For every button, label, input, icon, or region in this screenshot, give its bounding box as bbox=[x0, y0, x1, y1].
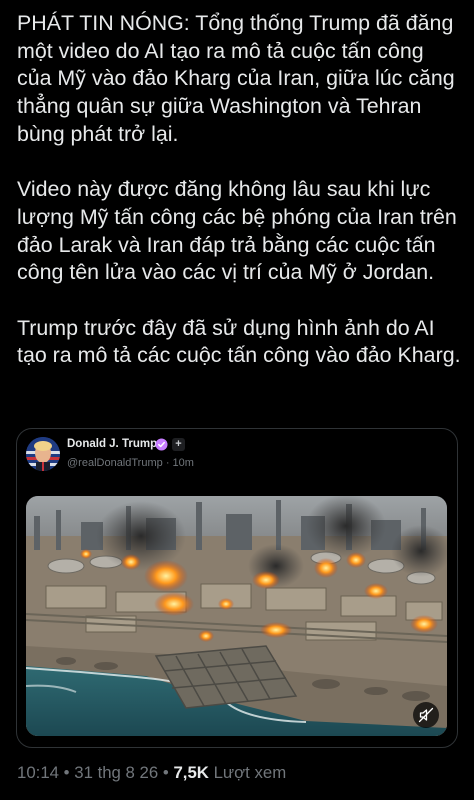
post-text: PHÁT TIN NÓNG: Tổng thống Trump đã đăng … bbox=[17, 10, 462, 370]
mute-button[interactable] bbox=[413, 702, 439, 728]
post-paragraph: Video này được đăng không lâu sau khi lự… bbox=[17, 177, 457, 285]
post-paragraph: PHÁT TIN NÓNG: Tổng thống Trump đã đăng … bbox=[17, 11, 455, 146]
quoted-post-header: Donald J. Trump + @realDonaldTrump · 10m bbox=[17, 429, 457, 489]
post-meta: 10:14 • 31 thg 8 26 • 7,5K Lượt xem bbox=[17, 763, 286, 783]
author-handle-line: @realDonaldTrump · 10m bbox=[67, 457, 194, 469]
separator: · bbox=[165, 457, 170, 469]
post-paragraph: Trump trước đây đã sử dụng hình ảnh do A… bbox=[17, 315, 461, 368]
meta-bullet: • bbox=[162, 763, 169, 782]
meta-bullet: • bbox=[63, 763, 70, 782]
quoted-post-card[interactable]: Donald J. Trump + @realDonaldTrump · 10m bbox=[16, 428, 458, 748]
muted-speaker-icon bbox=[418, 707, 434, 723]
quoted-post-video[interactable] bbox=[26, 496, 447, 736]
post-time[interactable]: 10:14 bbox=[17, 763, 59, 782]
verified-badge-icon bbox=[155, 438, 168, 451]
views-label: Lượt xem bbox=[213, 763, 287, 782]
video-thumbnail bbox=[26, 496, 447, 736]
avatar[interactable] bbox=[26, 437, 60, 471]
post-time-ago[interactable]: 10m bbox=[173, 457, 194, 469]
views-count: 7,5K bbox=[173, 763, 209, 782]
author-name[interactable]: Donald J. Trump bbox=[67, 438, 157, 450]
author-handle[interactable]: @realDonaldTrump bbox=[67, 457, 163, 469]
affiliation-plus-icon: + bbox=[172, 438, 185, 451]
post-date[interactable]: 31 thg 8 26 bbox=[74, 763, 158, 782]
